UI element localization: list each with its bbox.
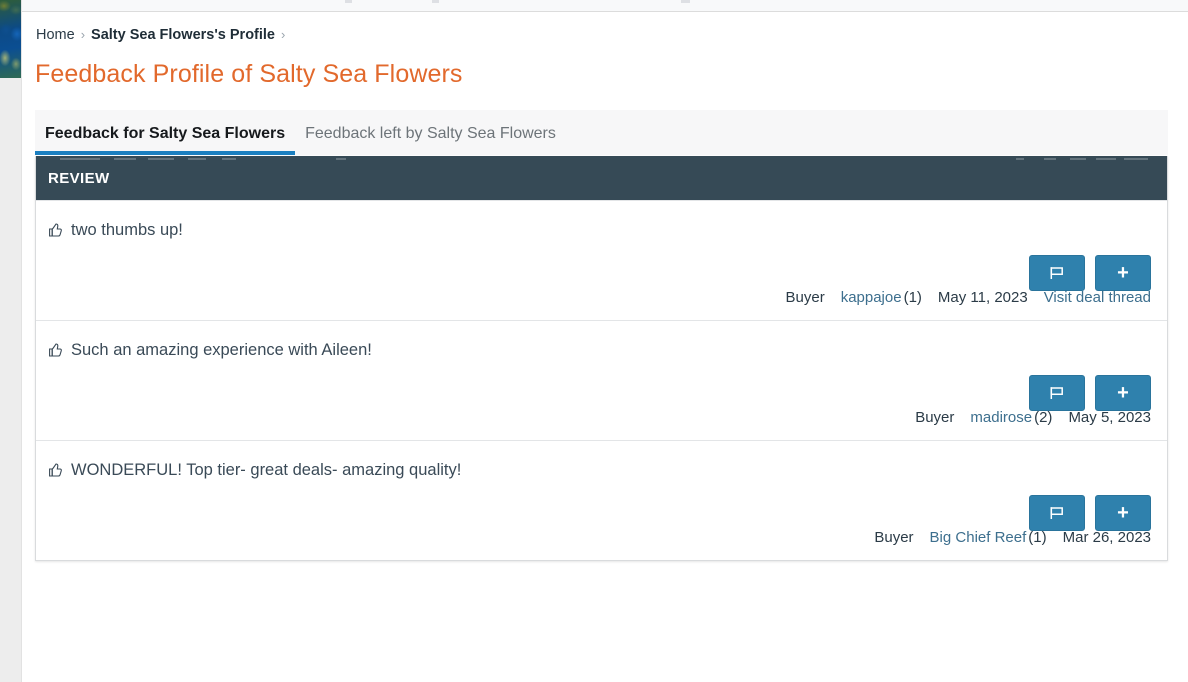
- table-row: Such an amazing experience with Aileen! …: [36, 320, 1167, 440]
- reviewer-user-wrap: madirose (2): [970, 409, 1052, 426]
- plus-icon: +: [1117, 262, 1129, 284]
- review-text-row: two thumbs up!: [48, 219, 1151, 241]
- reviewer-role: Buyer: [785, 289, 825, 306]
- review-text: Such an amazing experience with Aileen!: [71, 341, 372, 359]
- review-text-row: Such an amazing experience with Aileen!: [48, 339, 1151, 361]
- header-ghost-artifact: [60, 158, 100, 160]
- breadcrumb: Home › Salty Sea Flowers's Profile ›: [36, 25, 291, 45]
- table-row: two thumbs up! + Buyer kappajoe(1) May 1…: [36, 200, 1167, 320]
- reviewer-username-link[interactable]: Big Chief Reef: [930, 529, 1027, 546]
- header-ghost-artifact: [1044, 158, 1056, 160]
- breadcrumb-current: Salty Sea Flowers's Profile: [91, 27, 275, 43]
- main-content: Home › Salty Sea Flowers's Profile › Feedba…: [22, 12, 1188, 682]
- review-text: WONDERFUL! Top tier- great deals- amazin…: [71, 461, 462, 479]
- thumbs-up-icon: [48, 342, 64, 358]
- review-card-header: REVIEW: [36, 156, 1167, 200]
- reviewer-user-wrap: Big Chief Reef (1): [930, 529, 1047, 546]
- header-ghost-artifact: [114, 158, 136, 160]
- add-review-button[interactable]: +: [1095, 255, 1151, 291]
- add-review-button[interactable]: +: [1095, 375, 1151, 411]
- tab-feedback-for-user[interactable]: Feedback for Salty Sea Flowers: [35, 124, 296, 155]
- nav-ghost-artifact: [681, 0, 690, 3]
- review-meta: Buyer madirose (2) May 5, 2023: [915, 409, 1151, 426]
- flag-review-button[interactable]: [1029, 495, 1085, 531]
- review-card: REVIEW two thumbs up! + Buyer kappajoe (…: [35, 156, 1168, 561]
- page-title: Feedback Profile of Salty Sea Flowers: [35, 60, 463, 88]
- flag-review-button[interactable]: [1029, 375, 1085, 411]
- review-date: May 11, 2023: [937, 289, 1028, 306]
- flag-icon: [1048, 385, 1066, 401]
- header-ghost-artifact: [1096, 158, 1116, 160]
- table-row: WONDERFUL! Top tier- great deals- amazin…: [36, 440, 1167, 560]
- plus-icon: +: [1117, 382, 1129, 404]
- header-ghost-artifact: [336, 158, 346, 160]
- review-column-header: REVIEW: [48, 169, 110, 187]
- header-ghost-artifact: [1124, 158, 1148, 160]
- nav-ghost-artifact: [432, 0, 439, 3]
- header-ghost-artifact: [188, 158, 206, 160]
- review-date: Mar 26, 2023: [1062, 529, 1151, 546]
- plus-icon: +: [1117, 502, 1129, 524]
- tab-feedback-left-by-user[interactable]: Feedback left by Salty Sea Flowers: [295, 124, 566, 155]
- reviewer-feedback-count: (1): [1028, 529, 1047, 546]
- header-ghost-artifact: [222, 158, 236, 160]
- header-ghost-artifact: [1070, 158, 1086, 160]
- flag-icon: [1048, 505, 1066, 521]
- thumbs-up-icon: [48, 462, 64, 478]
- nav-ghost-artifact: [345, 0, 352, 3]
- flag-icon: [1048, 265, 1066, 281]
- review-text-row: WONDERFUL! Top tier- great deals- amazin…: [48, 459, 1151, 481]
- reviewer-user-wrap: kappajoe (1): [841, 289, 922, 306]
- review-date: May 5, 2023: [1068, 409, 1151, 426]
- coral-reef-thumbnail: [0, 0, 21, 78]
- review-meta: Buyer kappajoe (1) May 11, 2023 Visit dea…: [786, 289, 1152, 306]
- reviewer-role: Buyer: [915, 409, 955, 426]
- visit-deal-thread-link[interactable]: Visit deal thread: [1044, 289, 1151, 306]
- add-review-button[interactable]: +: [1095, 495, 1151, 531]
- header-ghost-artifact: [1016, 158, 1024, 160]
- row-action-buttons: +: [1029, 375, 1151, 411]
- breadcrumb-separator-icon: ›: [80, 27, 86, 42]
- reviewer-feedback-count: (2): [1034, 409, 1053, 426]
- reviewer-username-link[interactable]: kappajoe: [841, 289, 902, 306]
- breadcrumb-home-link[interactable]: Home: [36, 27, 75, 43]
- header-ghost-artifact: [148, 158, 174, 160]
- row-action-buttons: +: [1029, 495, 1151, 531]
- row-action-buttons: +: [1029, 255, 1151, 291]
- review-text: two thumbs up!: [71, 221, 183, 239]
- reviewer-role: Buyer: [874, 529, 914, 546]
- reviewer-feedback-count: (1): [903, 289, 922, 306]
- review-meta: Buyer Big Chief Reef (1) Mar 26, 2023: [874, 529, 1151, 546]
- thumbs-up-icon: [48, 222, 64, 238]
- breadcrumb-separator-icon: ›: [281, 27, 286, 42]
- left-rail: [0, 0, 22, 682]
- top-nav-strip: [0, 0, 1188, 12]
- reviewer-username-link[interactable]: madirose: [970, 409, 1032, 426]
- flag-review-button[interactable]: [1029, 255, 1085, 291]
- feedback-tabs: Feedback for Salty Sea Flowers Feedback …: [35, 110, 1168, 155]
